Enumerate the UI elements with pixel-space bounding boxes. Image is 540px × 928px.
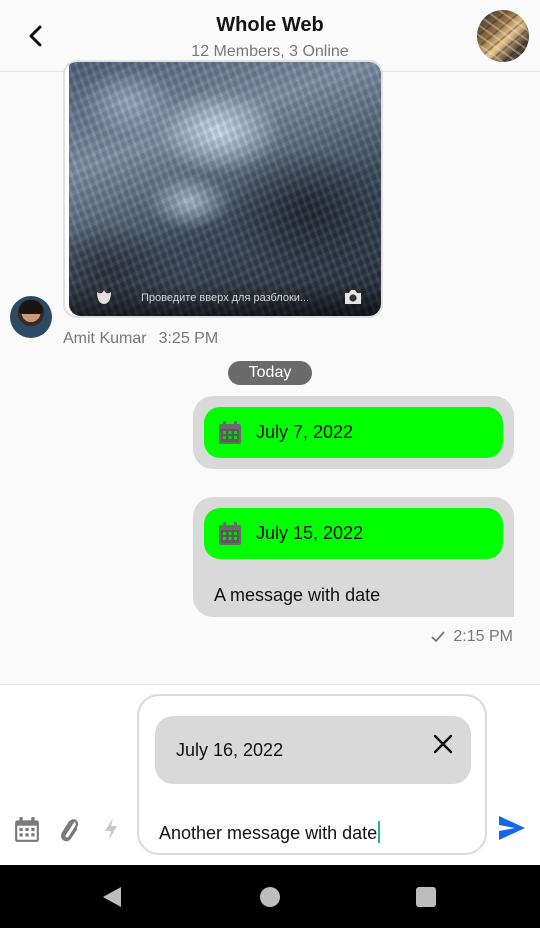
date-chip[interactable]: July 7, 2022 [204,407,503,458]
calendar-icon [219,421,241,444]
date-chip-text: July 15, 2022 [256,523,364,543]
nav-recents-icon[interactable] [416,887,436,907]
send-icon [499,816,525,840]
sent-message-bubble[interactable]: July 15, 2022 A message with date [193,497,514,617]
chat-title[interactable]: Whole Web [0,14,540,37]
calendar-icon [15,816,39,842]
day-divider: Today [228,361,312,385]
sent-message-bubble[interactable]: July 7, 2022 [193,396,514,469]
date-chip-text: July 7, 2022 [256,422,354,442]
composer-input-box[interactable]: July 16, 2022 Another message with date [137,694,487,855]
tulip-icon [97,290,111,304]
mountain-photo[interactable]: Проведите вверх для разблоки... [69,62,381,316]
send-button[interactable] [497,814,531,844]
message-input-value: Another message with date [159,823,378,843]
message-composer: July 16, 2022 Another message with date [0,684,540,865]
attach-button[interactable] [55,815,83,843]
camera-icon [345,290,361,304]
attached-date-chip: July 16, 2022 [155,716,471,784]
paperclip-icon [61,819,79,842]
nav-back-icon[interactable] [102,886,122,908]
image-message-meta: Amit Kumar 3:25 PM [63,330,218,348]
group-avatar[interactable] [477,10,529,62]
check-icon [431,631,446,643]
sender-name: Amit Kumar [63,330,147,347]
calendar-icon [219,522,241,545]
sender-avatar[interactable] [10,296,52,338]
bolt-icon [105,818,117,840]
system-nav-bar [0,865,540,928]
date-chip[interactable]: July 15, 2022 [204,508,503,559]
calendar-button[interactable] [13,815,41,843]
message-time: 2:15 PM [453,628,513,645]
close-icon[interactable] [431,732,455,756]
text-caret [378,821,381,843]
attached-date-text: July 16, 2022 [176,740,284,760]
message-input[interactable]: Another message with date [159,821,381,844]
message-text: A message with date [214,585,381,605]
lockscreen-hint-text: Проведите вверх для разблоки... [141,292,310,304]
quick-reply-button[interactable] [97,815,125,843]
sent-message-meta: 2:15 PM [431,628,513,646]
image-message-bubble[interactable]: Проведите вверх для разблоки... [63,60,383,318]
nav-home-icon[interactable] [260,887,280,907]
chat-subtitle: 12 Members, 3 Online [191,43,349,60]
message-time: 3:25 PM [158,330,219,347]
